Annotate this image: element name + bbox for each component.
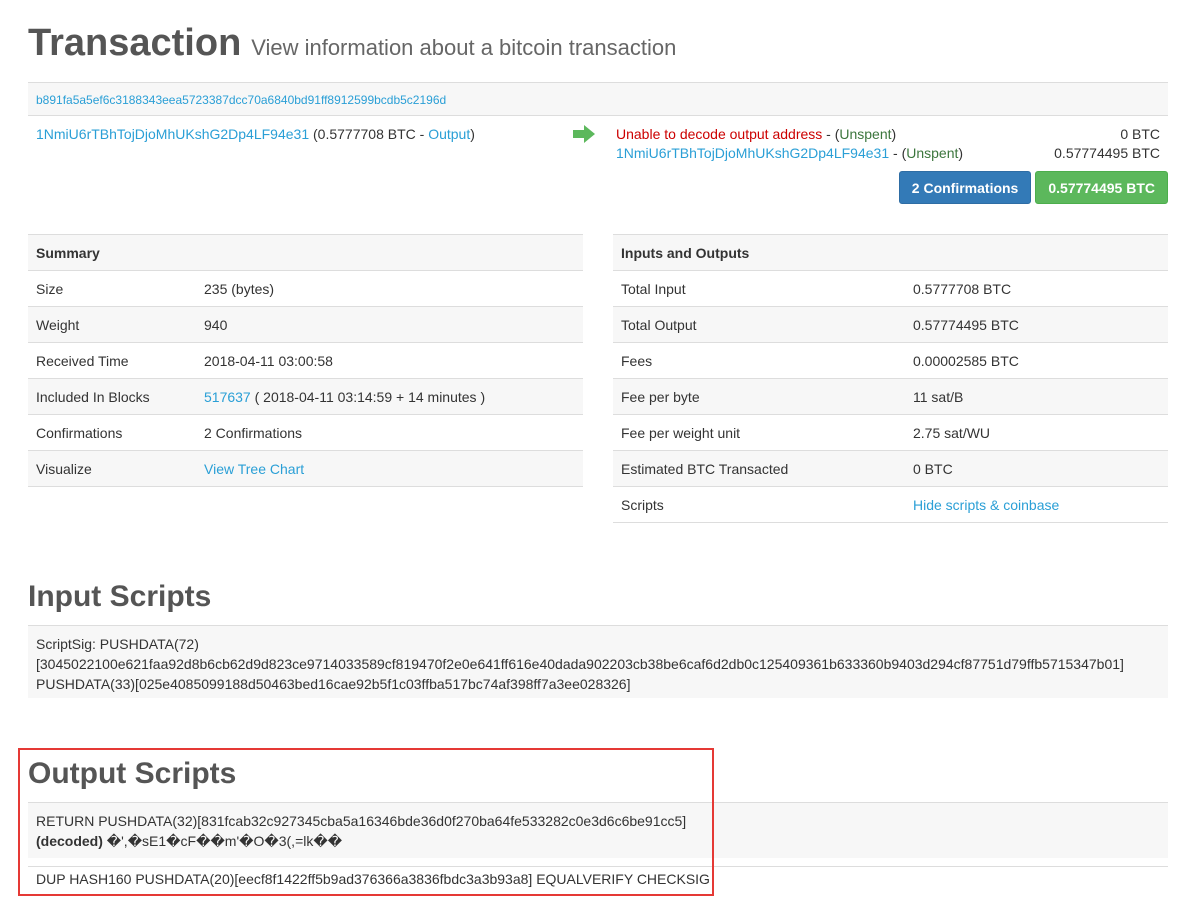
input-scripts-box: ScriptSig: PUSHDATA(72) [3045022100e621f… [28,625,1168,698]
row-key: Total Input [613,270,905,307]
input-scripts-heading: Input Scripts [28,580,212,613]
row-value: 235 (bytes) [196,270,583,307]
output-close: ) [958,145,964,161]
row-value: 0.57774495 BTC [905,306,1168,343]
output-sep: - ( [889,145,907,161]
page-title-text: Transaction [28,22,242,64]
table-row: Scripts Hide scripts & coinbase [613,486,1168,523]
io-heading: Inputs and Outputs [613,234,1168,271]
page-subtitle: View information about a bitcoin transac… [251,35,677,60]
row-key: Fee per byte [613,378,905,415]
view-tree-chart-link[interactable]: View Tree Chart [204,461,304,477]
input-amount-prefix: (0.5777708 BTC - [309,126,429,142]
tx-hash-row: b891fa5a5ef6c3188343eea5723387dcc70a6840… [28,82,1168,116]
scriptsig-data: [3045022100e621faa92d8b6cb62d9d823ce9714… [36,656,1124,672]
table-row: Included In Blocks 517637 ( 2018-04-11 03… [28,378,583,415]
output-amount: 0.57774495 BTC [1054,145,1160,161]
table-row: Fee per byte 11 sat/B [613,378,1168,415]
summary-table: Summary Size 235 (bytes) Weight 940 Receiv… [28,234,583,487]
row-key: Visualize [28,450,196,487]
row-value: 2018-04-11 03:00:58 [196,342,583,379]
right-arrow-icon [573,125,595,143]
block-time: ( 2018-04-11 03:14:59 + 14 minutes ) [250,388,486,405]
output-address-link[interactable]: 1NmiU6rTBhTojDjoMhUKshG2Dp4LF94e31 [616,145,889,161]
output-row: 1NmiU6rTBhTojDjoMhUKshG2Dp4LF94e31 - (Un… [616,145,1160,164]
row-value: 0 BTC [905,450,1168,487]
input-output-link[interactable]: Output [428,126,470,142]
table-row: Fee per weight unit 2.75 sat/WU [613,414,1168,451]
row-key: Weight [28,306,196,343]
table-row: Total Output 0.57774495 BTC [613,306,1168,343]
row-value: 517637 ( 2018-04-11 03:14:59 + 14 minute… [196,378,583,415]
output-row: Unable to decode output address - (Unspe… [616,126,1160,145]
row-key: Received Time [28,342,196,379]
row-value: 940 [196,306,583,343]
page-title: Transaction View information about a bit… [28,22,676,65]
output-sep: - ( [822,126,840,142]
row-key: Fees [613,342,905,379]
confirmations-button[interactable]: 2 Confirmations [898,171,1032,204]
tx-buttons: 2 Confirmations 0.57774495 BTC [898,171,1168,204]
inputs-outputs-table: Inputs and Outputs Total Input 0.5777708 … [613,234,1168,523]
row-key: Scripts [613,486,905,523]
row-key: Total Output [613,306,905,343]
hide-scripts-link[interactable]: Hide scripts & coinbase [913,497,1059,513]
table-row: Size 235 (bytes) [28,270,583,307]
row-value: 0.00002585 BTC [905,342,1168,379]
input-list: 1NmiU6rTBhTojDjoMhUKshG2Dp4LF94e31 (0.57… [36,126,475,142]
table-row: Weight 940 [28,306,583,343]
total-amount-button[interactable]: 0.57774495 BTC [1035,171,1168,204]
summary-heading: Summary [28,234,583,271]
row-key: Included In Blocks [28,378,196,415]
row-key: Size [28,270,196,307]
row-value: Hide scripts & coinbase [905,486,1168,523]
row-value: 2 Confirmations [196,414,583,451]
row-key: Confirmations [28,414,196,451]
scriptsig-pushdata: PUSHDATA(33)[025e4085099188d50463bed16ca… [36,676,631,692]
input-amount-suffix: ) [470,126,475,142]
output-status: Unspent [906,145,959,161]
tx-hash-link[interactable]: b891fa5a5ef6c3188343eea5723387dcc70a6840… [36,93,446,107]
output-list: Unable to decode output address - (Unspe… [616,126,1160,164]
row-key: Fee per weight unit [613,414,905,451]
output-unable-label: Unable to decode output address [616,126,823,142]
output-close: ) [891,126,897,142]
output-amount: 0 BTC [1120,126,1160,142]
table-row: Total Input 0.5777708 BTC [613,270,1168,307]
block-link[interactable]: 517637 [204,389,251,405]
input-address-link[interactable]: 1NmiU6rTBhTojDjoMhUKshG2Dp4LF94e31 [36,126,309,142]
row-value: 0.5777708 BTC [905,270,1168,307]
scriptsig-line: ScriptSig: PUSHDATA(72) [36,636,199,652]
table-row: Confirmations 2 Confirmations [28,414,583,451]
row-key: Estimated BTC Transacted [613,450,905,487]
output-status: Unspent [839,126,892,142]
table-row: Received Time 2018-04-11 03:00:58 [28,342,583,379]
table-row: Estimated BTC Transacted 0 BTC [613,450,1168,487]
row-value: 2.75 sat/WU [905,414,1168,451]
row-value: View Tree Chart [196,450,583,487]
highlight-box [18,748,714,896]
table-row: Visualize View Tree Chart [28,450,583,487]
row-value: 11 sat/B [905,378,1168,415]
table-row: Fees 0.00002585 BTC [613,342,1168,379]
